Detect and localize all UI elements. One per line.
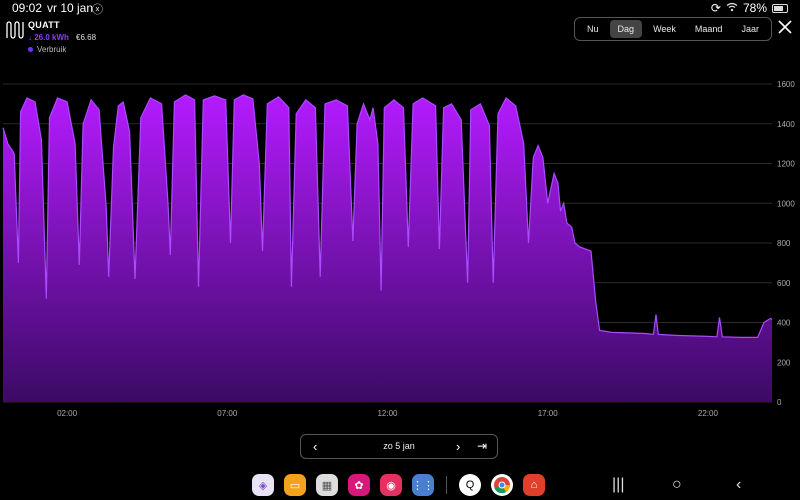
battery-icon: [772, 3, 788, 13]
y-tick-label: 1400: [777, 120, 795, 129]
y-tick-label: 600: [777, 279, 791, 288]
vpn-icon[interactable]: ◈: [252, 474, 274, 496]
y-tick-label: 400: [777, 319, 791, 328]
legend-label: Verbruik: [37, 45, 67, 54]
x-tick-label: 12:00: [377, 409, 398, 418]
series-area-verbruik: [3, 94, 772, 403]
x-tick-label: 02:00: [57, 409, 78, 418]
x-tick-label: 07:00: [217, 409, 238, 418]
tab-jaar[interactable]: Jaar: [733, 20, 767, 38]
close-icon: [778, 20, 792, 34]
date-navigator: ‹ zo 5 jan › ⇥: [300, 434, 498, 459]
status-bar: 09:02 vr 10 jan ⓧ ⟳ 78%: [0, 0, 800, 16]
tab-maand[interactable]: Maand: [687, 20, 731, 38]
y-tick-label: 0: [777, 398, 782, 407]
last-day-button[interactable]: ⇥: [477, 439, 487, 453]
x-tick-label: 17:00: [538, 409, 559, 418]
dock-separator: [446, 476, 447, 494]
y-tick-label: 200: [777, 358, 791, 367]
wifi-icon: [726, 1, 738, 15]
y-tick-label: 1600: [777, 80, 795, 89]
files-icon[interactable]: ▭: [284, 474, 306, 496]
next-day-button[interactable]: ›: [456, 439, 460, 454]
energy-total: ↓ 26.0 kWh: [28, 33, 69, 42]
brand-name: QUATT: [28, 20, 60, 30]
tab-nu[interactable]: Nu: [579, 20, 607, 38]
x-app-icon: ⓧ: [92, 4, 103, 16]
y-tick-label: 800: [777, 239, 791, 248]
sync-icon: ⟳: [710, 1, 721, 15]
consumption-chart: 0 200 400 600 800 1000 1200 1400 1600 02:00 07:00 1…: [2, 80, 795, 418]
period-selector: Nu Dag Week Maand Jaar: [574, 17, 772, 41]
flower-app-icon[interactable]: ✿: [348, 474, 370, 496]
app-dock: ◈ ▭ ▦ ✿ ◉ ⋮⋮ Q ⌂: [252, 474, 545, 496]
battery-percent: 78%: [742, 1, 767, 15]
legend-dot: [28, 47, 33, 52]
status-time: 09:02: [12, 1, 43, 15]
x-tick-label: 22:00: [698, 409, 719, 418]
chart-legend: Verbruik: [28, 45, 66, 54]
grid-app-icon[interactable]: ▦: [316, 474, 338, 496]
close-button[interactable]: [775, 18, 795, 38]
current-date-label: zo 5 jan: [383, 441, 415, 451]
energy-cost: €6.68: [76, 33, 97, 42]
status-date: vr 10 jan: [47, 1, 94, 15]
status-right: ⟳ 78%: [711, 1, 788, 15]
tab-week[interactable]: Week: [645, 20, 684, 38]
quatt-logo-icon: [6, 21, 24, 39]
y-tick-label: 1000: [777, 199, 795, 208]
y-tick-label: 1200: [777, 160, 795, 169]
back-button[interactable]: ‹: [736, 476, 741, 494]
recent-apps-button[interactable]: |||: [612, 476, 624, 494]
q-app-icon[interactable]: Q: [459, 474, 481, 496]
home-app-icon[interactable]: ⌂: [523, 474, 545, 496]
chrome-icon[interactable]: [491, 474, 513, 496]
tab-dag[interactable]: Dag: [609, 20, 643, 38]
apps-icon[interactable]: ⋮⋮: [412, 474, 434, 496]
camera-icon[interactable]: ◉: [380, 474, 402, 496]
home-button[interactable]: ○: [672, 476, 682, 494]
